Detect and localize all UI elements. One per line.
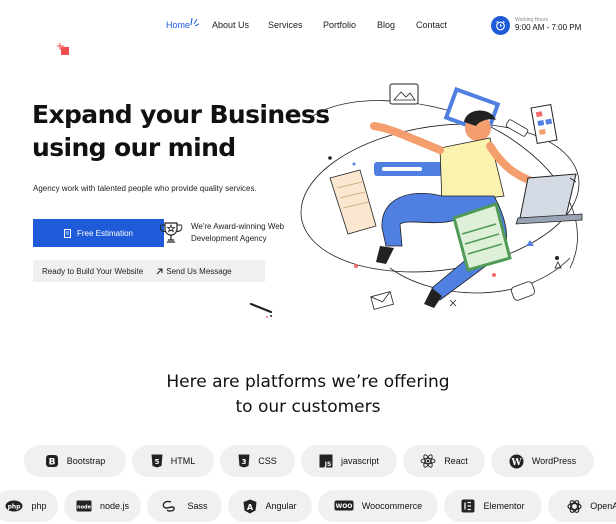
platforms-title-line1: Here are platforms we’re offering: [166, 372, 450, 392]
javascript-icon: JS: [319, 454, 333, 468]
pen-decoration-icon: [249, 302, 273, 318]
chip-label: node.js: [99, 501, 130, 511]
hero-subtitle: Agency work with talented people who pro…: [33, 184, 257, 193]
chip-label: Sass: [187, 501, 208, 511]
hours-value: 9:00 AM - 7:00 PM: [515, 22, 582, 32]
svg-text:node: node: [77, 505, 92, 511]
chip-elementor[interactable]: Elementor: [444, 490, 542, 522]
angular-icon: A: [243, 499, 257, 513]
document-icon: [63, 228, 71, 238]
svg-text:A: A: [247, 503, 254, 512]
svg-text:5: 5: [154, 458, 159, 466]
svg-text:W: W: [510, 458, 522, 468]
chip-label: Bootstrap: [66, 456, 106, 466]
wordpress-icon: W: [509, 454, 524, 468]
elementor-icon: [461, 499, 475, 513]
cta-ready-text: Ready to Build Your Website: [42, 266, 144, 276]
free-estimation-button[interactable]: Free Estimation: [33, 219, 164, 247]
chip-angular[interactable]: A Angular: [228, 490, 312, 522]
platforms-title: Here are platforms we’re offering to our…: [0, 370, 616, 420]
php-icon: php: [5, 500, 23, 512]
chip-html[interactable]: 5 HTML: [132, 445, 214, 477]
send-message-link[interactable]: Send Us Message: [156, 266, 232, 276]
chip-css[interactable]: 3 CSS: [220, 445, 295, 477]
nav-services[interactable]: Services: [268, 20, 303, 30]
html5-icon: 5: [151, 454, 163, 468]
platforms-row-2: php php node node.js Sass A Angular WOO …: [0, 490, 616, 522]
react-icon: [420, 454, 436, 468]
chip-php[interactable]: php php: [0, 490, 58, 522]
trophy-icon: [159, 222, 183, 243]
nodejs-icon: node: [76, 500, 92, 512]
chip-label: Woocommerce: [361, 501, 423, 511]
hero-illustration: [300, 83, 583, 310]
nav-portfolio[interactable]: Portfolio: [323, 20, 356, 30]
bootstrap-icon: B: [45, 455, 58, 468]
nav-blog[interactable]: Blog: [377, 20, 395, 30]
chip-label: Angular: [265, 501, 297, 511]
platforms-row-1: B Bootstrap 5 HTML 3 CSS JS javascript R…: [24, 445, 594, 477]
arrow-up-right-icon: [156, 268, 163, 274]
chip-sass[interactable]: Sass: [147, 490, 222, 522]
chip-react[interactable]: React: [403, 445, 485, 477]
svg-text:3: 3: [242, 458, 247, 466]
svg-text:JS: JS: [324, 461, 332, 468]
chip-label: CSS: [258, 456, 277, 466]
nav-contact[interactable]: Contact: [416, 20, 447, 30]
chip-label: WordPress: [531, 456, 577, 466]
svg-text:php: php: [8, 504, 22, 511]
chip-label: HTML: [170, 456, 196, 466]
free-estimation-label: Free Estimation: [76, 228, 134, 238]
svg-text:B: B: [48, 458, 55, 468]
cta-bar: Ready to Build Your Website Send Us Mess…: [33, 260, 265, 282]
hero-title-line2: using our mind: [32, 133, 236, 162]
chip-openai[interactable]: OpenAI: [548, 490, 616, 522]
chip-label: OpenAI: [590, 501, 616, 511]
sass-icon: [163, 500, 176, 512]
working-hours: Working Hours 9:00 AM - 7:00 PM: [491, 16, 581, 35]
plus-decoration-icon: [57, 43, 69, 55]
chip-label: php: [31, 501, 47, 511]
chip-bootstrap[interactable]: B Bootstrap: [24, 445, 126, 477]
hero-title: Expand your Business using our mind: [32, 98, 332, 164]
chip-label: javascript: [340, 456, 379, 466]
platforms-title-line2: to our customers: [235, 397, 381, 417]
svg-text:WOO: WOO: [335, 503, 352, 510]
chip-nodejs[interactable]: node node.js: [64, 490, 141, 522]
alarm-clock-icon: [491, 16, 510, 35]
chip-woocommerce[interactable]: WOO Woocommerce: [318, 490, 438, 522]
nav-about[interactable]: About Us: [212, 20, 249, 30]
css3-icon: 3: [238, 454, 250, 468]
woocommerce-icon: WOO: [334, 500, 354, 511]
chip-label: Elementor: [483, 501, 525, 511]
chip-wordpress[interactable]: W WordPress: [491, 445, 594, 477]
hero-title-line1: Expand your Business: [32, 100, 330, 129]
spark-icon: [190, 17, 199, 26]
nav-home[interactable]: Home: [166, 20, 190, 30]
chip-javascript[interactable]: JS javascript: [301, 445, 397, 477]
send-message-label: Send Us Message: [166, 266, 232, 276]
openai-icon: [567, 499, 582, 513]
chip-label: React: [444, 456, 468, 466]
